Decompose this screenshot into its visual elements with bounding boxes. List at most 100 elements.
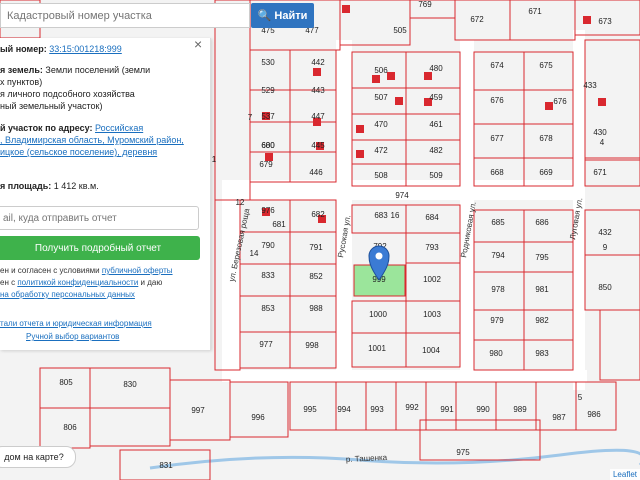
building-marker (395, 97, 403, 105)
address-row: й участок по адресу: Российская (0, 123, 143, 134)
parcel-label: 830 (123, 380, 137, 389)
parcel-label: 998 (305, 341, 319, 350)
parcel-label: 805 (59, 378, 73, 387)
cadastral-label: ый номер: (0, 44, 47, 54)
search-input[interactable] (0, 3, 250, 28)
parcel-label: 430 (593, 128, 607, 137)
parcel-label: 685 (491, 218, 505, 227)
parcel-label: 995 (303, 405, 317, 414)
consent-text-2c: и даю (138, 278, 163, 287)
parcel-label: 795 (535, 253, 549, 262)
get-report-button[interactable]: Получить подробный отчет (0, 236, 200, 260)
leaflet-attribution[interactable]: Leaflet (609, 469, 640, 480)
parcel-label: 505 (393, 26, 407, 35)
building-marker (545, 102, 553, 110)
consent-text-2: ен с (0, 278, 18, 287)
category-label: я земель: (0, 65, 43, 75)
parcel-label: 461 (429, 120, 443, 129)
consent-line-2: ен с политикой конфиденциальности и даю (0, 277, 162, 288)
parcel-label: 997 (191, 406, 205, 415)
parcel-label: 686 (535, 218, 549, 227)
parcel-label: 676 (553, 97, 567, 106)
parcel-label: 833 (261, 271, 275, 280)
address-link-2[interactable]: , Владимирская область, Муромский район, (0, 135, 184, 146)
parcel-label: 447 (311, 112, 325, 121)
close-icon[interactable]: × (194, 38, 202, 52)
parcel-label: 12 (236, 198, 245, 207)
parcel-label: 5 (578, 393, 583, 402)
parcel-label: 684 (425, 213, 439, 222)
find-button[interactable]: 🔍 Найти (251, 3, 314, 28)
building-marker (424, 72, 432, 80)
parcel-label: 683 (374, 211, 388, 220)
parcel-label: 994 (337, 405, 351, 414)
parcel-label: 480 (429, 64, 443, 73)
public-offer-link[interactable]: публичной оферты (102, 266, 173, 275)
parcel-label: 679 (259, 160, 273, 169)
parcel-label: 676 (490, 96, 504, 105)
parcel-label: 445 (311, 141, 325, 150)
consent-text-1: ен и согласен с условиями (0, 266, 102, 275)
parcel-label: 506 (374, 66, 388, 75)
parcel-label: 992 (405, 403, 419, 412)
parcel-label: 675 (539, 61, 553, 70)
building-marker (583, 16, 591, 24)
parcel-label: 4 (600, 138, 605, 147)
building-marker (356, 125, 364, 133)
usage-line-2: ный земельный участок) (0, 101, 103, 111)
parcel-label: 1 (212, 155, 217, 164)
parcel-label: 446 (309, 168, 323, 177)
parcel-label: 672 (470, 15, 484, 24)
parcel-label: 669 (539, 168, 553, 177)
parcel-label: 682 (311, 210, 325, 219)
area-value: 1 412 кв.м. (53, 181, 99, 191)
parcel-label: 671 (593, 168, 607, 177)
parcel-label: 976 (261, 206, 275, 215)
parcel-label: 600 (261, 141, 275, 150)
parcel-label: 852 (309, 272, 323, 281)
parcel-label: 681 (272, 220, 286, 229)
parcel-label: 470 (374, 120, 388, 129)
building-marker (313, 68, 321, 76)
parcel-label: 537 (261, 112, 275, 121)
email-field[interactable] (0, 206, 199, 230)
report-details-link[interactable]: тали отчета и юридическая информация (0, 318, 152, 329)
parcel-label: 975 (456, 448, 470, 457)
parcel-label: 850 (598, 283, 612, 292)
parcel-label: 509 (429, 171, 443, 180)
parcel-label: 974 (395, 191, 409, 200)
address-label: й участок по адресу: (0, 123, 93, 133)
building-marker (387, 72, 395, 80)
consent-line-1: ен и согласен с условиями публичной офер… (0, 265, 173, 276)
parcel-label: 1001 (368, 344, 386, 353)
area-label: я площадь: (0, 181, 52, 191)
parcel-label: 980 (489, 349, 503, 358)
address-link-1[interactable]: Российская (95, 123, 143, 133)
parcel-label: 988 (309, 304, 323, 313)
parcel-label: 1000 (369, 310, 387, 319)
personal-data-link[interactable]: на обработку персональных данных (0, 289, 135, 300)
parcel-label: 990 (476, 405, 490, 414)
parcel-label: 791 (309, 243, 323, 252)
parcel-label: 794 (491, 251, 505, 260)
parcel-label: 806 (63, 423, 77, 432)
building-marker (342, 5, 350, 13)
parcel-label: 459 (429, 93, 443, 102)
parcel-label: 442 (311, 58, 325, 67)
parcel-label: 790 (261, 241, 275, 250)
parcel-label: 981 (535, 285, 549, 294)
house-on-map-pill[interactable]: дом на карте? (0, 446, 76, 468)
privacy-policy-link[interactable]: политикой конфиденциальности (17, 278, 138, 287)
address-link-3[interactable]: ицкое (сельское поселение), деревня (0, 147, 157, 158)
manual-choice-link[interactable]: Ручной выбор вариантов (26, 331, 119, 342)
parcel-label: 16 (391, 211, 400, 220)
parcel-label: 996 (251, 413, 265, 422)
parcel-label: 482 (429, 146, 443, 155)
cadastral-number-link[interactable]: 33:15:001218:999 (49, 44, 122, 54)
parcel-label: 7 (248, 113, 253, 122)
parcel-label: 991 (440, 405, 454, 414)
parcel-label: 472 (374, 146, 388, 155)
parcel-label: 793 (425, 243, 439, 252)
parcel-label: 853 (261, 304, 275, 313)
parcel-label: 674 (490, 61, 504, 70)
